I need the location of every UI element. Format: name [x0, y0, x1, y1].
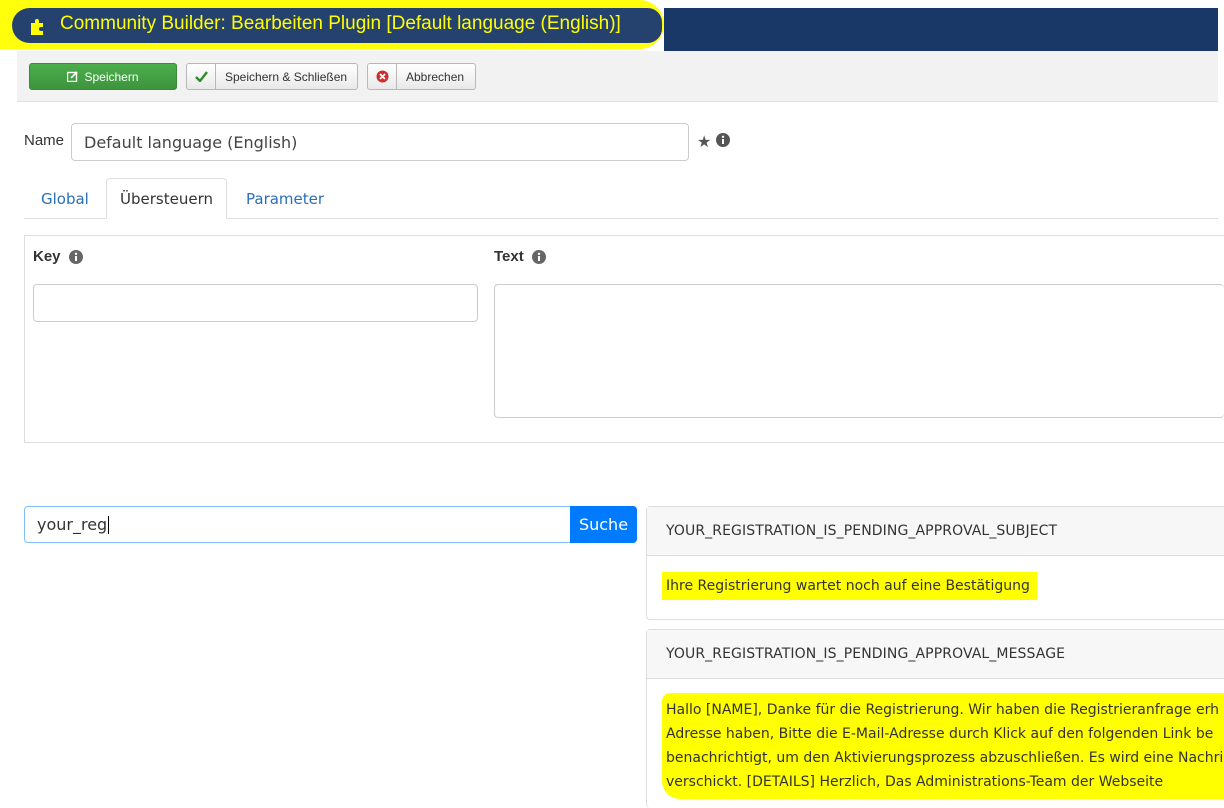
header-bar	[664, 8, 1218, 51]
info-icon[interactable]	[68, 249, 83, 264]
search-input[interactable]: your_reg	[24, 506, 571, 543]
puzzle-icon	[31, 19, 43, 35]
info-icon[interactable]	[716, 133, 730, 147]
name-field[interactable]: Default language (English)	[71, 123, 689, 161]
result-text-line: Adresse haben, Bitte die E-Mail-Adresse …	[666, 726, 1214, 742]
result-card[interactable]: YOUR_REGISTRATION_IS_PENDING_APPROVAL_SU…	[646, 506, 1224, 620]
edit-icon	[67, 71, 79, 82]
result-text-line: Hallo [NAME], Danke für die Registrierun…	[666, 702, 1219, 718]
save-button-label: Speichern	[84, 69, 139, 84]
info-icon[interactable]	[531, 249, 546, 264]
star-icon[interactable]: ★	[697, 132, 711, 152]
key-label: Key	[33, 248, 61, 265]
search-button[interactable]: Suche	[570, 506, 637, 543]
name-label: Name	[24, 132, 65, 149]
cancel-icon	[368, 64, 397, 89]
result-text-line: benachrichtigt, um den Aktivierungsproze…	[666, 750, 1222, 766]
text-column-header: Text	[494, 248, 546, 265]
page-title: Community Builder: Bearbeiten Plugin [De…	[60, 13, 621, 34]
tab-global[interactable]: Global	[41, 178, 89, 219]
check-icon	[187, 64, 216, 89]
save-close-button[interactable]: Speichern & Schließen	[186, 63, 358, 90]
tab-parameter[interactable]: Parameter	[246, 178, 324, 219]
toolbar: Speichern Speichern & Schließen Abbreche…	[17, 51, 1218, 102]
text-cursor	[108, 515, 110, 534]
result-key: YOUR_REGISTRATION_IS_PENDING_APPROVAL_SU…	[647, 507, 1224, 556]
key-column-header: Key	[33, 248, 83, 265]
tab-override[interactable]: Übersteuern	[106, 178, 227, 219]
save-close-button-label: Speichern & Schließen	[225, 69, 348, 84]
result-text-line: verschickt. [DETAILS] Herzlich, Das Admi…	[666, 774, 1164, 790]
cancel-button-label: Abbrechen	[406, 69, 465, 84]
save-button[interactable]: Speichern	[29, 63, 177, 90]
key-input[interactable]	[33, 284, 478, 322]
text-textarea[interactable]	[494, 284, 1224, 418]
cancel-button[interactable]: Abbrechen	[367, 63, 476, 90]
search-input-value: your_reg	[37, 515, 108, 534]
result-text: Ihre Registrierung wartet noch auf eine …	[666, 578, 1030, 594]
name-field-value: Default language (English)	[84, 132, 298, 152]
result-key: YOUR_REGISTRATION_IS_PENDING_APPROVAL_ME…	[647, 630, 1224, 679]
text-label: Text	[494, 248, 524, 265]
